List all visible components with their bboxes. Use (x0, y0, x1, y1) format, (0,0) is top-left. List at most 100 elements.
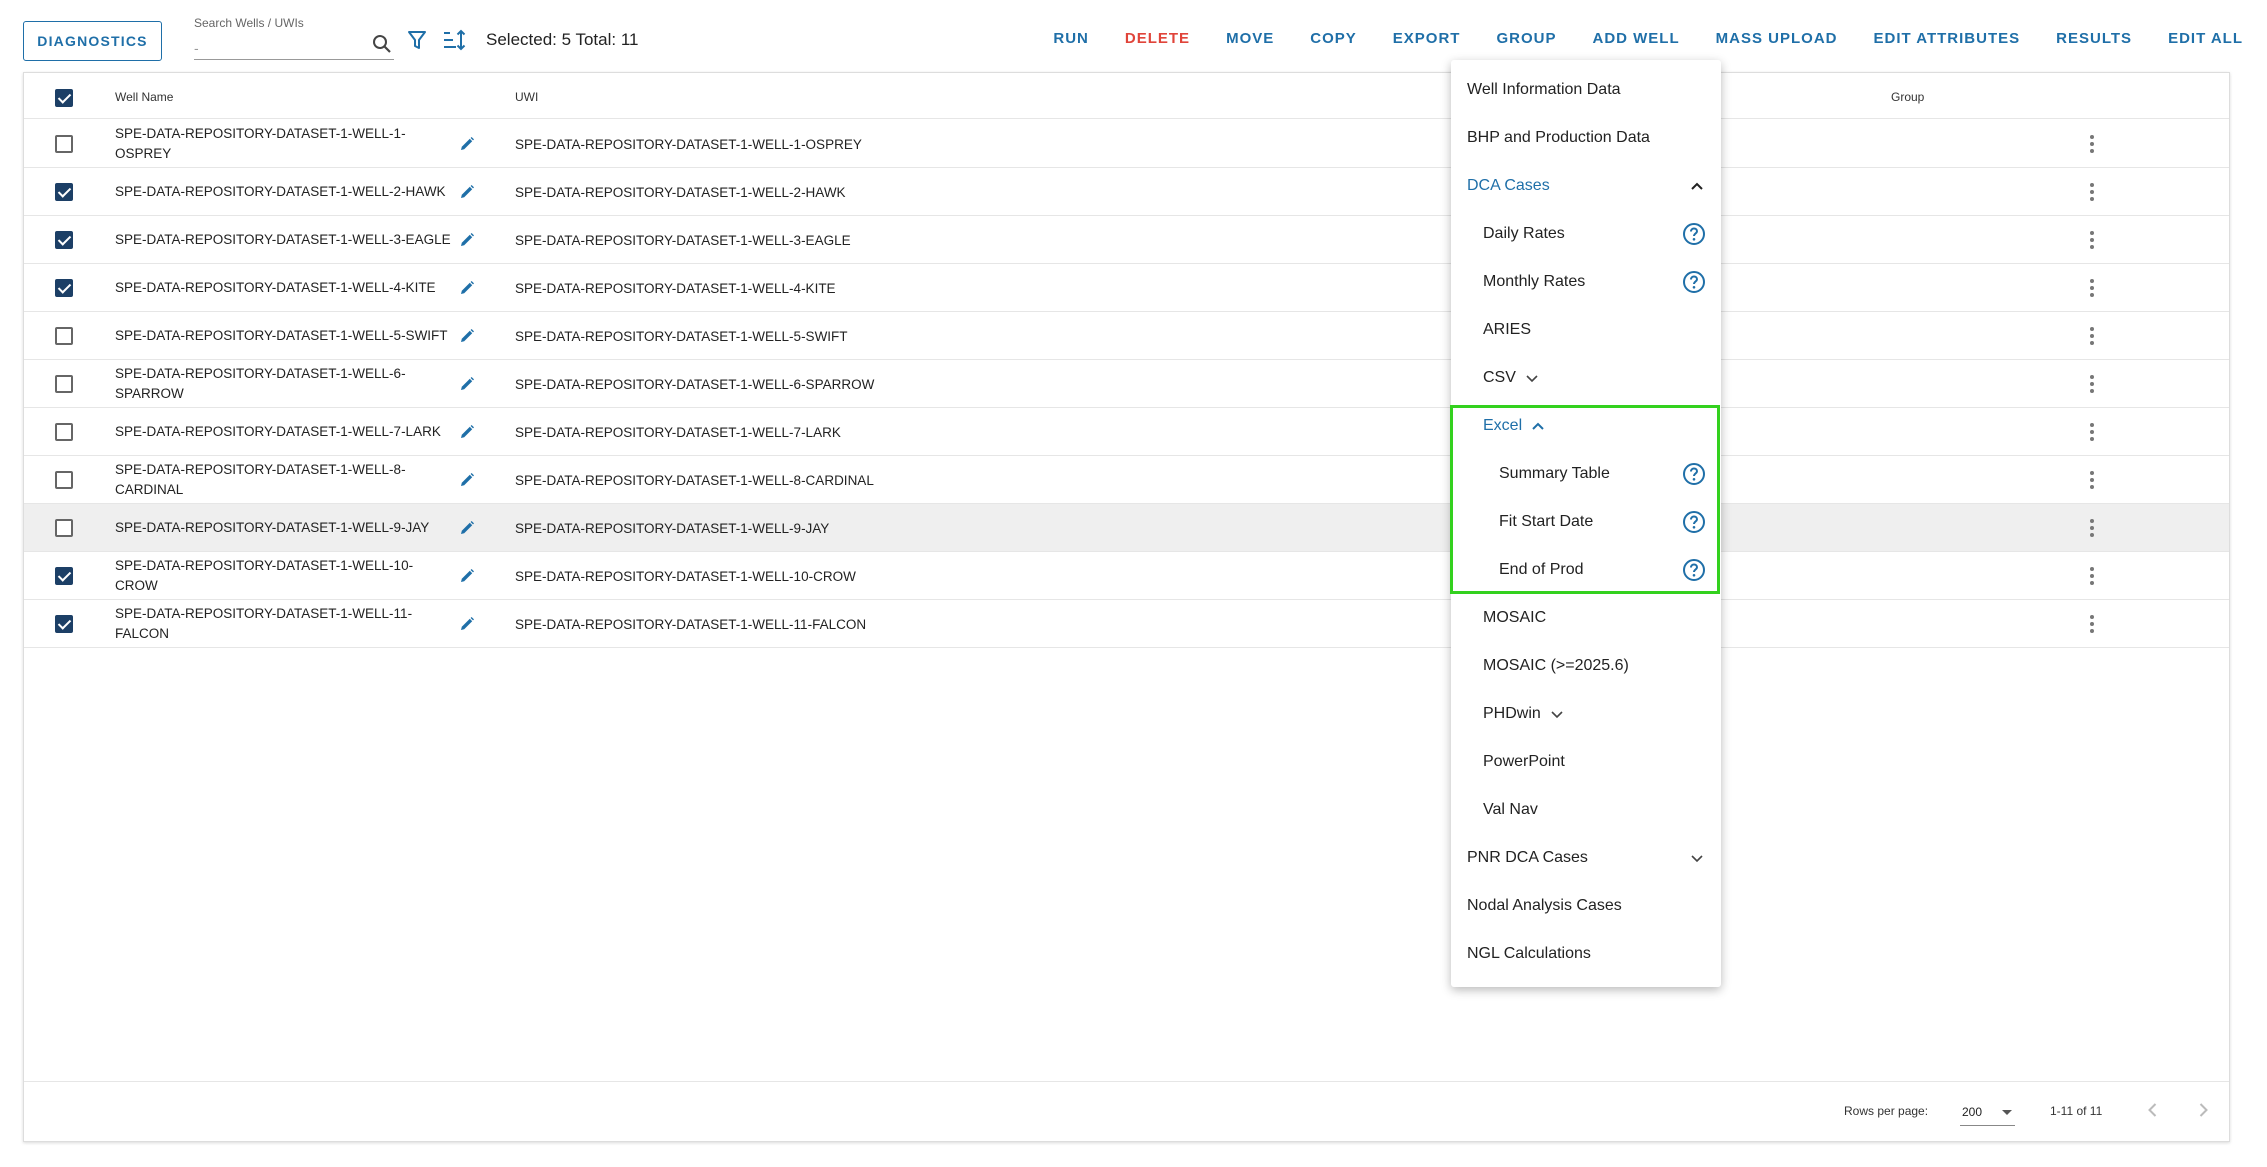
action-add-well-button[interactable]: ADD WELL (1592, 30, 1679, 47)
action-edit-all-button[interactable]: EDIT ALL (2168, 30, 2243, 47)
table-row[interactable]: SPE-DATA-REPOSITORY-DATASET-1-WELL-5-SWI… (24, 312, 2229, 360)
table-row[interactable]: SPE-DATA-REPOSITORY-DATASET-1-WELL-10-CR… (24, 552, 2229, 600)
chevron-left-icon[interactable] (2144, 1101, 2162, 1119)
export-menu-item-val-nav[interactable]: Val Nav (1451, 786, 1721, 834)
row-checkbox[interactable] (55, 279, 73, 297)
more-vert-icon[interactable] (2086, 421, 2098, 443)
select-all-checkbox[interactable] (55, 89, 73, 107)
table-header: Well Name UWI Group (24, 73, 2229, 119)
row-checkbox[interactable] (55, 471, 73, 489)
pencil-icon[interactable] (458, 327, 476, 345)
pencil-icon[interactable] (458, 423, 476, 441)
export-menu-item-well-information-data[interactable]: Well Information Data (1451, 66, 1721, 114)
export-menu-item-pnr-dca-cases[interactable]: PNR DCA Cases (1451, 834, 1721, 882)
row-checkbox[interactable] (55, 615, 73, 633)
menu-item-label: PowerPoint (1483, 753, 1565, 770)
help-icon[interactable] (1682, 270, 1706, 294)
menu-item-label: DCA Cases (1467, 177, 1550, 194)
diagnostics-button[interactable]: DIAGNOSTICS (23, 21, 162, 61)
more-vert-icon[interactable] (2086, 517, 2098, 539)
more-vert-icon[interactable] (2086, 565, 2098, 587)
more-vert-icon[interactable] (2086, 373, 2098, 395)
export-menu-item-powerpoint[interactable]: PowerPoint (1451, 738, 1721, 786)
export-menu-item-fit-start-date[interactable]: Fit Start Date (1451, 498, 1721, 546)
row-checkbox[interactable] (55, 375, 73, 393)
pencil-icon[interactable] (458, 471, 476, 489)
table-row[interactable]: SPE-DATA-REPOSITORY-DATASET-1-WELL-4-KIT… (24, 264, 2229, 312)
table-row[interactable]: SPE-DATA-REPOSITORY-DATASET-1-WELL-1-OSP… (24, 120, 2229, 168)
export-menu-item-bhp-and-production-data[interactable]: BHP and Production Data (1451, 114, 1721, 162)
export-menu-item-mosaic[interactable]: MOSAIC (1451, 594, 1721, 642)
action-export-button[interactable]: EXPORT (1393, 30, 1461, 47)
table-row[interactable]: SPE-DATA-REPOSITORY-DATASET-1-WELL-7-LAR… (24, 408, 2229, 456)
export-menu-item-mosaic-2025-6[interactable]: MOSAIC (>=2025.6) (1451, 642, 1721, 690)
pencil-icon[interactable] (458, 567, 476, 585)
help-icon[interactable] (1682, 222, 1706, 246)
menu-item-label: Val Nav (1483, 801, 1538, 818)
action-delete-button[interactable]: DELETE (1125, 30, 1190, 47)
well-name-cell: SPE-DATA-REPOSITORY-DATASET-1-WELL-4-KIT… (115, 280, 436, 295)
export-menu-item-nodal-analysis-cases[interactable]: Nodal Analysis Cases (1451, 882, 1721, 930)
export-menu-item-summary-table[interactable]: Summary Table (1451, 450, 1721, 498)
menu-item-label: Monthly Rates (1483, 273, 1586, 290)
menu-item-label: Daily Rates (1483, 225, 1565, 242)
search-input[interactable] (194, 36, 394, 60)
search-icon[interactable] (372, 34, 392, 54)
export-menu-item-monthly-rates[interactable]: Monthly Rates (1451, 258, 1721, 306)
help-icon[interactable] (1682, 510, 1706, 534)
row-checkbox[interactable] (55, 327, 73, 345)
table-row[interactable]: SPE-DATA-REPOSITORY-DATASET-1-WELL-8-CAR… (24, 456, 2229, 504)
action-group-button[interactable]: GROUP (1496, 30, 1556, 47)
pencil-icon[interactable] (458, 231, 476, 249)
row-checkbox[interactable] (55, 567, 73, 585)
export-menu-item-csv[interactable]: CSV (1451, 354, 1721, 402)
row-checkbox[interactable] (55, 231, 73, 249)
pencil-icon[interactable] (458, 615, 476, 633)
help-icon[interactable] (1682, 462, 1706, 486)
rows-per-page-select[interactable]: 200 (1960, 1098, 2015, 1126)
chevron-right-icon[interactable] (2194, 1101, 2212, 1119)
column-header-uwi[interactable]: UWI (515, 90, 538, 104)
pencil-icon[interactable] (458, 279, 476, 297)
export-menu-item-excel[interactable]: Excel (1451, 402, 1721, 450)
action-copy-button[interactable]: COPY (1310, 30, 1357, 47)
column-header-group[interactable]: Group (1891, 90, 1924, 104)
action-run-button[interactable]: RUN (1053, 30, 1089, 47)
more-vert-icon[interactable] (2086, 277, 2098, 299)
more-vert-icon[interactable] (2086, 469, 2098, 491)
menu-item-label: BHP and Production Data (1467, 129, 1650, 146)
filter-icon[interactable] (406, 29, 428, 51)
export-menu-item-daily-rates[interactable]: Daily Rates (1451, 210, 1721, 258)
more-vert-icon[interactable] (2086, 325, 2098, 347)
table-row[interactable]: SPE-DATA-REPOSITORY-DATASET-1-WELL-3-EAG… (24, 216, 2229, 264)
help-icon[interactable] (1682, 558, 1706, 582)
more-vert-icon[interactable] (2086, 613, 2098, 635)
export-menu-item-aries[interactable]: ARIES (1451, 306, 1721, 354)
pencil-icon[interactable] (458, 183, 476, 201)
pencil-icon[interactable] (458, 519, 476, 537)
sort-icon[interactable] (442, 29, 466, 51)
more-vert-icon[interactable] (2086, 133, 2098, 155)
export-menu-item-ngl-calculations[interactable]: NGL Calculations (1451, 930, 1721, 978)
pencil-icon[interactable] (458, 135, 476, 153)
pencil-icon[interactable] (458, 375, 476, 393)
more-vert-icon[interactable] (2086, 181, 2098, 203)
action-move-button[interactable]: MOVE (1226, 30, 1274, 47)
column-header-well-name[interactable]: Well Name (115, 90, 173, 104)
row-checkbox[interactable] (55, 135, 73, 153)
more-vert-icon[interactable] (2086, 229, 2098, 251)
table-row[interactable]: SPE-DATA-REPOSITORY-DATASET-1-WELL-2-HAW… (24, 168, 2229, 216)
row-checkbox[interactable] (55, 183, 73, 201)
row-checkbox[interactable] (55, 423, 73, 441)
table-row[interactable]: SPE-DATA-REPOSITORY-DATASET-1-WELL-6-SPA… (24, 360, 2229, 408)
action-edit-attributes-button[interactable]: EDIT ATTRIBUTES (1873, 30, 2020, 47)
export-menu-item-end-of-prod[interactable]: End of Prod (1451, 546, 1721, 594)
action-results-button[interactable]: RESULTS (2056, 30, 2132, 47)
table-row[interactable]: SPE-DATA-REPOSITORY-DATASET-1-WELL-9-JAY… (24, 504, 2229, 552)
export-menu-item-phdwin[interactable]: PHDwin (1451, 690, 1721, 738)
row-checkbox[interactable] (55, 519, 73, 537)
menu-item-label: End of Prod (1499, 561, 1584, 578)
table-row[interactable]: SPE-DATA-REPOSITORY-DATASET-1-WELL-11-FA… (24, 600, 2229, 648)
export-menu-item-dca-cases[interactable]: DCA Cases (1451, 162, 1721, 210)
action-mass-upload-button[interactable]: MASS UPLOAD (1716, 30, 1838, 47)
